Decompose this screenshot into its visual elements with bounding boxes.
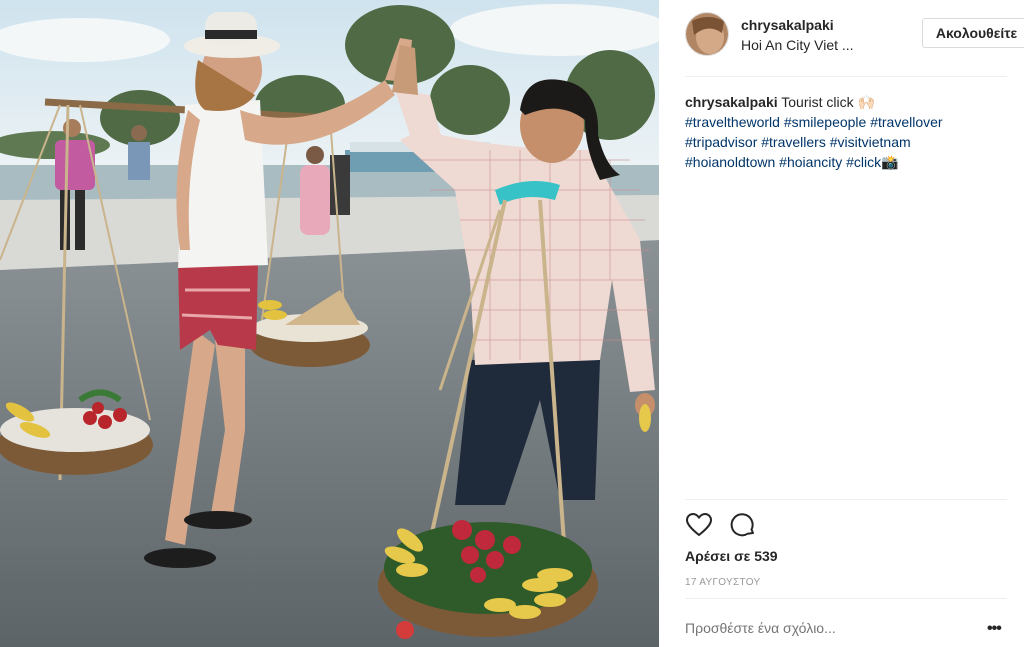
comment-input[interactable] [685, 620, 975, 636]
post-sidebar: chrysakalpaki Hoi An City Viet ... Ακολο… [659, 0, 1024, 647]
caption-username[interactable]: chrysakalpaki [685, 94, 778, 110]
likes-count[interactable]: Αρέσει σε 539 [685, 548, 778, 564]
photo-scene [0, 0, 659, 647]
post-location[interactable]: Hoi An City Viet ... [741, 37, 854, 53]
more-options-icon[interactable]: ••• [987, 620, 1002, 638]
heart-icon[interactable] [685, 512, 713, 538]
avatar[interactable] [685, 12, 729, 56]
following-button[interactable]: Ακολουθείτε [922, 18, 1024, 48]
action-bar [685, 512, 1007, 538]
header-divider [685, 76, 1007, 77]
hashtag-line[interactable]: #tripadvisor #travellers #visitvietnam [685, 132, 1005, 152]
post-caption: chrysakalpaki Tourist click 🙌🏻 #travelth… [685, 92, 1005, 172]
post-username[interactable]: chrysakalpaki [741, 17, 834, 33]
post-photo[interactable] [0, 0, 659, 647]
caption-text: Tourist click 🙌🏻 [781, 94, 875, 110]
comment-divider [685, 598, 1007, 599]
post-header: chrysakalpaki Hoi An City Viet ... Ακολο… [685, 12, 1024, 60]
hashtag-line[interactable]: #hoianoldtown #hoiancity #click📸 [685, 152, 1005, 172]
actions-divider [685, 499, 1007, 500]
post-date[interactable]: 17 ΑΥΓΟΥΣΤΟΥ [685, 577, 760, 588]
comment-icon[interactable] [729, 512, 757, 538]
hashtag-line[interactable]: #traveltheworld #smilepeople #travellove… [685, 112, 1005, 132]
